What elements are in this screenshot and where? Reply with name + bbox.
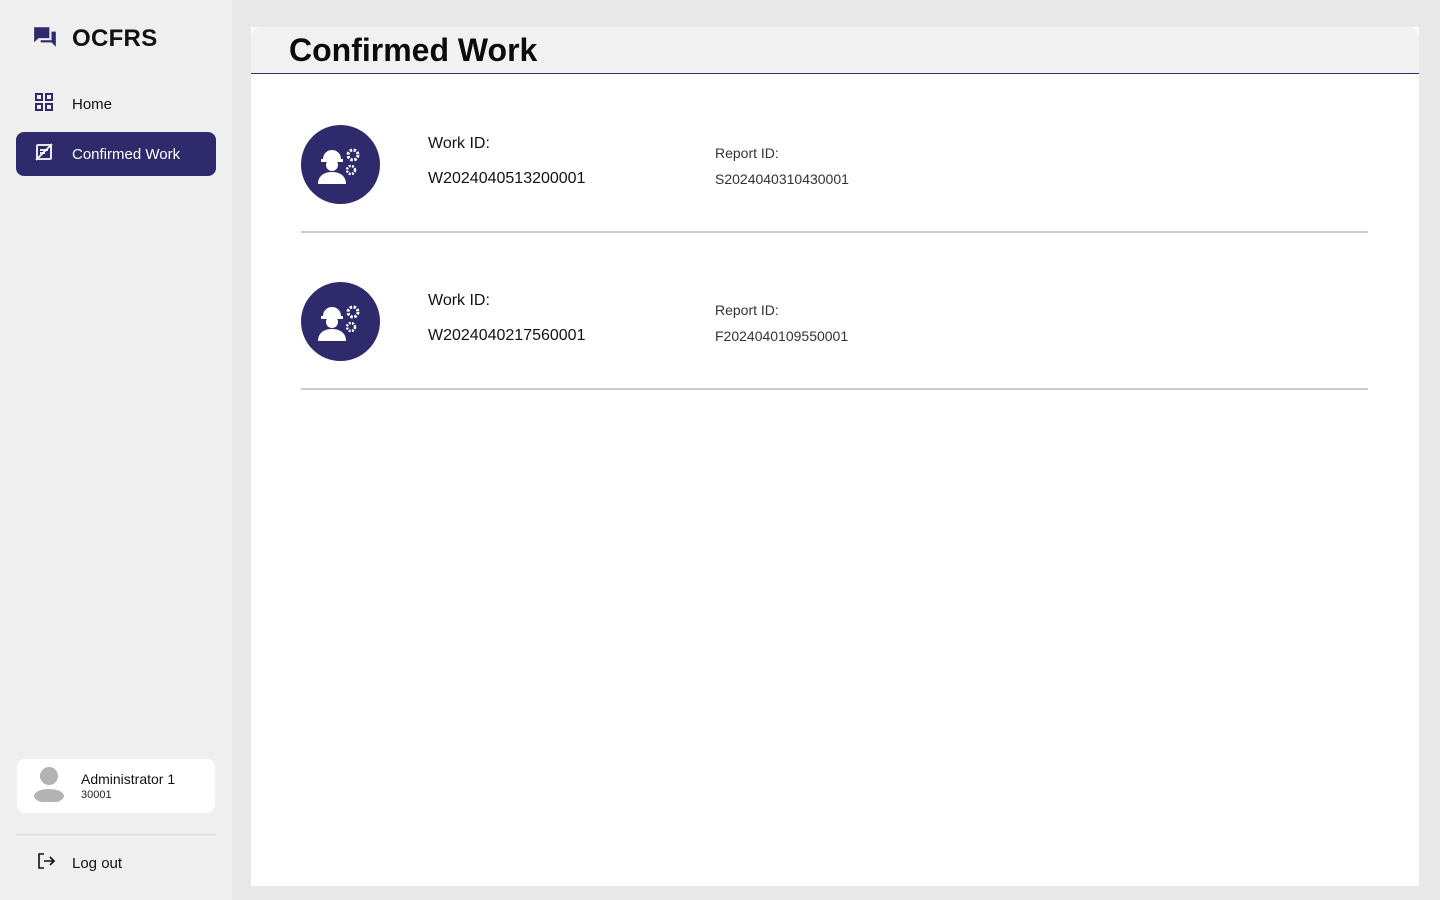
list-item[interactable]: Work ID: W2024040513200001 Report ID: S2… [301,123,1368,233]
work-id-label: Work ID: [428,135,490,152]
sidebar-item-label: Confirmed Work [72,145,181,163]
user-id: 30001 [81,789,112,801]
page-title: Confirmed Work [289,31,538,68]
user-avatar-icon [33,766,65,807]
report-id-value: S2024040310430001 [715,171,849,187]
logout-icon [36,851,56,876]
app-title: OCFRS [72,25,158,52]
work-id-value: W2024040513200001 [428,170,586,187]
worker-gear-icon [301,125,380,204]
report-id-label: Report ID: [715,302,779,318]
report-id-label: Report ID: [715,145,779,161]
logout-button[interactable]: Log out [36,848,122,878]
logout-label: Log out [72,854,123,872]
user-info: Administrator 1 30001 [81,771,175,801]
user-card[interactable]: Administrator 1 30001 [17,759,215,813]
page-header: Confirmed Work [251,27,1419,74]
main-panel: Confirmed Work Work ID: W202404051320000… [251,27,1419,886]
brand: OCFRS [32,24,158,54]
user-name: Administrator 1 [81,771,176,787]
confirmed-work-icon [34,142,54,167]
sidebar-divider [16,834,216,835]
sidebar: OCFRS Home Confirmed Work Administrator … [0,0,232,900]
worker-gear-icon [301,282,380,361]
grid-icon [34,92,54,117]
sidebar-item-home[interactable]: Home [16,82,216,126]
work-id-label: Work ID: [428,292,490,309]
chat-icon [32,24,58,55]
list-item[interactable]: Work ID: W2024040217560001 Report ID: F2… [301,280,1368,390]
sidebar-item-label: Home [72,95,113,113]
work-id-value: W2024040217560001 [428,327,586,344]
sidebar-item-confirmed-work[interactable]: Confirmed Work [16,132,216,176]
report-id-value: F2024040109550001 [715,328,849,344]
